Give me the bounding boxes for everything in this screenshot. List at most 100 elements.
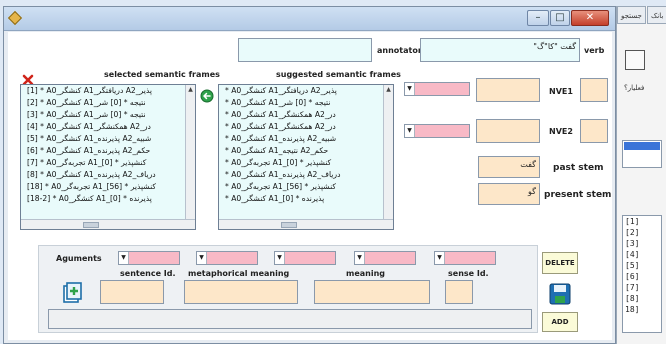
list-item[interactable]: [1] * A0_کنشگر A1_دریافتگر A2_پذیر xyxy=(21,85,195,97)
suggested-frames-title: suggested semantic frames xyxy=(276,70,401,79)
title-bar[interactable]: – □ ✕ xyxy=(4,7,615,31)
sense-id-label: sense Id. xyxy=(448,269,489,278)
nve2-input[interactable] xyxy=(476,119,540,143)
status-field[interactable] xyxy=(48,309,532,329)
maximize-button[interactable]: □ xyxy=(550,10,570,26)
scroll-thumb[interactable] xyxy=(281,222,297,228)
chevron-down-icon[interactable]: ▼ xyxy=(119,252,129,264)
delete-button[interactable]: DELETE xyxy=(542,252,578,274)
list-item[interactable]: [5] xyxy=(623,260,661,271)
argument-dropdown-5[interactable]: ▼ xyxy=(434,251,496,265)
list-item[interactable]: * A0_کنشگر A1_پذیرنده A2_دریاف xyxy=(219,169,393,181)
vertical-scrollbar[interactable]: ▲ xyxy=(185,85,195,229)
list-item[interactable]: * A0_تجربه‌گر A1_کنشپذیر * [56] xyxy=(219,181,393,193)
list-item[interactable]: [1] xyxy=(623,216,661,227)
argument-dropdown-3[interactable]: ▼ xyxy=(274,251,336,265)
nve1-extra-input[interactable] xyxy=(580,78,608,102)
present-stem-label: present stem xyxy=(544,190,612,200)
add-frame-button[interactable] xyxy=(200,88,214,103)
add-document-icon xyxy=(63,282,82,303)
chevron-down-icon[interactable]: ▼ xyxy=(275,252,285,264)
list-item[interactable]: * A0_کنشگر A1_نتیجه * [0] شر xyxy=(219,97,393,109)
metaphorical-meaning-label: metaphorical meaning xyxy=(188,269,290,278)
list-item[interactable]: [6] * A0_کنشگر A1_پذیرنده A2_حکم xyxy=(21,145,195,157)
list-item[interactable]: * A0_تجربه‌گر A1_کنشپذیر * [0] xyxy=(219,157,393,169)
sentence-id-label: sentence Id. xyxy=(120,269,176,278)
nve2-label: NVE2 xyxy=(549,127,573,136)
remove-frame-button[interactable] xyxy=(22,71,34,86)
bg-window-icon[interactable] xyxy=(625,50,645,70)
list-item[interactable]: [2] * A0_کنشگر A1_نتیجه * [0] شر xyxy=(21,97,195,109)
suggested-frames-list[interactable]: * A0_کنشگر A1_دریافتگر A2_پذیر * A0_کنشگ… xyxy=(218,84,394,230)
list-item[interactable]: * A0_کنشگر A1_پذیرنده A2_شبیه xyxy=(219,133,393,145)
nve1-dropdown[interactable]: ▼ xyxy=(404,82,470,96)
sense-id-input[interactable] xyxy=(445,280,473,304)
list-item[interactable]: * A0_کنشگر A1_همکنشگر A2_در xyxy=(219,121,393,133)
nve1-input[interactable] xyxy=(476,78,540,102)
argument-dropdown-4[interactable]: ▼ xyxy=(354,251,416,265)
chevron-down-icon[interactable]: ▼ xyxy=(197,252,207,264)
chevron-down-icon[interactable]: ▼ xyxy=(355,252,365,264)
minimize-button[interactable]: – xyxy=(527,10,549,26)
vertical-scrollbar[interactable]: ▲ xyxy=(383,85,393,229)
horizontal-scrollbar[interactable] xyxy=(21,219,195,229)
bg-selection-list[interactable] xyxy=(622,140,662,168)
list-item[interactable]: * A0_کنشگر A1_دریافتگر A2_پذیر xyxy=(219,85,393,97)
list-item[interactable]: * A0_کنشگر A1_همکنشگر A2_در xyxy=(219,109,393,121)
bg-frame-list[interactable]: [1] [2] [3] [4] [5] [6] [7] [8] 18] xyxy=(622,215,662,333)
save-button[interactable] xyxy=(549,283,571,305)
list-item[interactable]: [5] * A0_کنشگر A1_پذیرنده A2_شبیه xyxy=(21,133,195,145)
past-stem-input[interactable]: گفت xyxy=(478,156,540,178)
past-stem-label: past stem xyxy=(553,163,604,173)
bg-tab-search[interactable]: جستجو xyxy=(617,6,646,24)
list-item[interactable]: [4] xyxy=(623,249,661,260)
list-item[interactable]: [7] xyxy=(623,282,661,293)
verb-input[interactable]: گفت "كا"گ" xyxy=(420,38,580,62)
scroll-thumb[interactable] xyxy=(83,222,99,228)
list-item[interactable]: [8] * A0_کنشگر A1_پذیرنده A2_دریاف xyxy=(21,169,195,181)
bg-side-label: فعلیار؟ xyxy=(624,84,645,92)
form-client-area: annotator گفت "كا"گ" verb selected seman… xyxy=(8,32,612,340)
nve1-label: NVE1 xyxy=(549,87,573,96)
list-item[interactable]: [6] xyxy=(623,271,661,282)
new-record-button[interactable] xyxy=(62,282,84,304)
list-item[interactable]: [3] xyxy=(623,238,661,249)
selected-frames-list[interactable]: [1] * A0_کنشگر A1_دریافتگر A2_پذیر [2] *… xyxy=(20,84,196,230)
chevron-down-icon[interactable]: ▼ xyxy=(405,83,415,95)
list-item[interactable]: [7] * A0_تجربه‌گر A1_کنشپذیر * [0] xyxy=(21,157,195,169)
list-item[interactable]: * A0_کنشگر A1_نتیجه A2_حکم xyxy=(219,145,393,157)
list-item[interactable]: [2] xyxy=(623,227,661,238)
argument-dropdown-2[interactable]: ▼ xyxy=(196,251,258,265)
scroll-up-icon[interactable]: ▲ xyxy=(384,85,393,95)
present-stem-input[interactable]: گو xyxy=(478,183,540,205)
meaning-label: meaning xyxy=(346,269,386,278)
arguments-label: Aguments xyxy=(56,254,102,263)
refresh-arrow-icon xyxy=(200,89,214,103)
main-window: – □ ✕ annotator گفت "كا"گ" verb selected… xyxy=(3,6,616,344)
list-item[interactable]: 18] xyxy=(623,304,661,315)
horizontal-scrollbar[interactable] xyxy=(219,219,393,229)
list-item[interactable]: [18] * A0_تجربه‌گر A1_کنشپذیر * [56] xyxy=(21,181,195,193)
list-item[interactable]: [18-2] * A0_کنشگر A1_پذیرنده * [0] xyxy=(21,193,195,205)
bg-tab-bank[interactable]: بانک xyxy=(647,6,666,24)
add-button[interactable]: ADD xyxy=(542,312,578,332)
close-button[interactable]: ✕ xyxy=(571,10,609,26)
verb-label: verb xyxy=(584,46,605,55)
nve2-extra-input[interactable] xyxy=(580,119,608,143)
chevron-down-icon[interactable]: ▼ xyxy=(405,125,415,137)
chevron-down-icon[interactable]: ▼ xyxy=(435,252,445,264)
argument-dropdown-1[interactable]: ▼ xyxy=(118,251,180,265)
annotator-input[interactable] xyxy=(238,38,372,62)
list-item[interactable]: [8] xyxy=(623,293,661,304)
list-item[interactable]: [3] * A0_کنشگر A1_نتیجه * [0] شر xyxy=(21,109,195,121)
meaning-input[interactable] xyxy=(314,280,430,304)
annotator-label: annotator xyxy=(377,46,422,55)
bg-selected-row[interactable] xyxy=(624,142,660,150)
nve2-dropdown[interactable]: ▼ xyxy=(404,124,470,138)
scroll-up-icon[interactable]: ▲ xyxy=(186,85,195,95)
metaphorical-meaning-input[interactable] xyxy=(184,280,298,304)
sentence-id-input[interactable] xyxy=(100,280,164,304)
list-item[interactable]: [4] * A0_کنشگر A1_همکنشگر A2_در xyxy=(21,121,195,133)
app-icon xyxy=(7,10,23,26)
list-item[interactable]: * A0_کنشگر A1_پذیرنده * [0] xyxy=(219,193,393,205)
